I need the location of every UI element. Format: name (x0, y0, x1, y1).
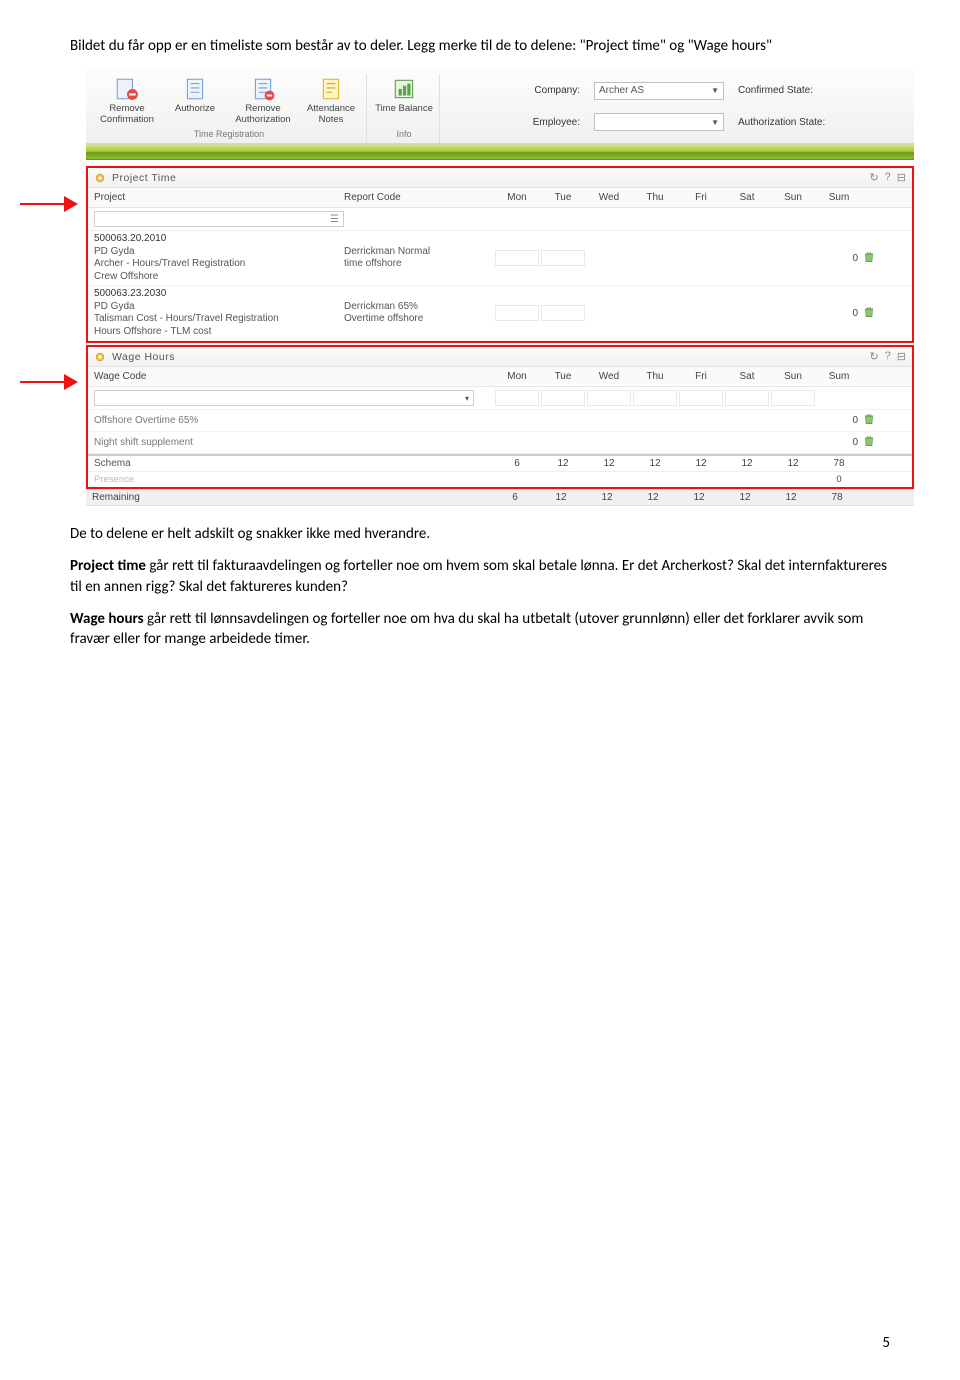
delete-row-button[interactable] (862, 250, 888, 267)
help-icon[interactable]: ? (885, 171, 891, 184)
time-balance-button[interactable]: Time Balance (373, 74, 435, 125)
gear-icon (94, 172, 106, 184)
decorative-band (86, 144, 914, 160)
authorization-state-label: Authorization State: (738, 117, 900, 128)
refresh-icon[interactable]: ↻ (869, 350, 878, 363)
col-report-code: Report Code (344, 192, 494, 203)
col-tue: Tue (540, 371, 586, 382)
remove-confirmation-icon (114, 76, 140, 102)
col-wage-code: Wage Code (94, 371, 494, 382)
collapse-icon[interactable]: ⊟ (897, 350, 906, 363)
chevron-down-icon: ▼ (711, 86, 719, 95)
hours-input[interactable] (541, 250, 585, 266)
col-sum: Sum (816, 371, 862, 382)
delete-row-button[interactable] (862, 412, 888, 429)
remove-authorization-icon (250, 76, 276, 102)
employee-select[interactable]: ▼ (594, 113, 724, 131)
col-mon: Mon (494, 371, 540, 382)
attendance-notes-button[interactable]: AttendanceNotes (300, 74, 362, 125)
project-code: 500063.23.2030 (94, 288, 344, 301)
chevron-down-icon: ▼ (711, 118, 719, 127)
list-icon: ☰ (330, 214, 339, 225)
col-sat: Sat (724, 371, 770, 382)
col-fri: Fri (678, 371, 724, 382)
row-sum: 0 (816, 308, 862, 319)
gear-icon (94, 351, 106, 363)
wage-code-filter-input[interactable]: ▾ (94, 390, 474, 406)
remove-authorization-button[interactable]: RemoveAuthorization (232, 74, 294, 125)
wage-hours-paragraph: Wage hours går rett til lønnsavdelingen … (70, 609, 890, 650)
project-code: 500063.20.2010 (94, 233, 344, 246)
wage-hours-title: Wage Hours (112, 351, 175, 363)
page-number: 5 (882, 1334, 890, 1352)
time-balance-icon (391, 76, 417, 102)
remove-confirmation-button[interactable]: RemoveConfirmation (96, 74, 158, 125)
col-sum: Sum (816, 192, 862, 203)
col-wed: Wed (586, 192, 632, 203)
table-row: 500063.20.2010 PD Gyda Archer - Hours/Tr… (88, 231, 912, 286)
hours-input[interactable] (541, 305, 585, 321)
arrow-project-time (20, 196, 80, 212)
employee-label: Employee: (458, 117, 580, 128)
table-row: 500063.23.2030 PD Gyda Talisman Cost - H… (88, 286, 912, 341)
project-filter-input[interactable]: ☰ (94, 211, 344, 227)
hours-input[interactable] (495, 250, 539, 266)
row-sum: 0 (816, 415, 862, 426)
table-row: Night shift supplement 0 (88, 432, 912, 454)
chevron-down-icon: ▾ (465, 394, 469, 403)
ribbon-toolbar: RemoveConfirmation Authorize RemoveAutho… (86, 68, 914, 144)
col-fri: Fri (678, 192, 724, 203)
project-time-paragraph: Project time går rett til fakturaavdelin… (70, 556, 890, 597)
hours-input[interactable] (633, 390, 677, 406)
row-sum: 0 (816, 437, 862, 448)
company-label: Company: (458, 85, 580, 96)
intro-paragraph: Bildet du får opp er en timeliste som be… (70, 36, 890, 56)
col-thu: Thu (632, 371, 678, 382)
col-mon: Mon (494, 192, 540, 203)
delete-row-button[interactable] (862, 305, 888, 322)
hours-input[interactable] (771, 390, 815, 406)
wage-hours-section: Wage Hours ↻ ? ⊟ Wage Code Mon Tue Wed T… (86, 345, 914, 489)
project-time-section: Project Time ↻ ? ⊟ Project Report Code M… (86, 166, 914, 343)
screenshot-figure: RemoveConfirmation Authorize RemoveAutho… (20, 68, 940, 506)
authorize-button[interactable]: Authorize (164, 74, 226, 125)
schema-row: Schema 6 12 12 12 12 12 12 78 (88, 454, 912, 471)
hours-input[interactable] (541, 390, 585, 406)
hours-input[interactable] (495, 390, 539, 406)
arrow-wage-hours (20, 374, 80, 390)
table-row: Offshore Overtime 65% 0 (88, 410, 912, 432)
refresh-icon[interactable]: ↻ (869, 171, 878, 184)
delete-row-button[interactable] (862, 434, 888, 451)
confirmed-state-label: Confirmed State: (738, 85, 900, 96)
help-icon[interactable]: ? (885, 350, 891, 363)
app-window: RemoveConfirmation Authorize RemoveAutho… (86, 68, 914, 506)
project-time-title: Project Time (112, 172, 176, 184)
ribbon-group-caption-2: Info (396, 129, 411, 141)
company-select[interactable]: Archer AS▼ (594, 82, 724, 100)
remaining-row: Remaining 6 12 12 12 12 12 12 78 (86, 489, 914, 506)
ribbon-group-caption-1: Time Registration (194, 129, 264, 141)
collapse-icon[interactable]: ⊟ (897, 171, 906, 184)
hours-input[interactable] (587, 390, 631, 406)
row-sum: 0 (816, 253, 862, 264)
col-thu: Thu (632, 192, 678, 203)
mid-paragraph: De to delene er helt adskilt og snakker … (70, 524, 890, 544)
col-project: Project (94, 192, 344, 203)
hours-input[interactable] (725, 390, 769, 406)
col-sat: Sat (724, 192, 770, 203)
notes-icon (318, 76, 344, 102)
col-wed: Wed (586, 371, 632, 382)
col-tue: Tue (540, 192, 586, 203)
hours-input[interactable] (679, 390, 723, 406)
presence-row: Presence 0 (88, 471, 912, 487)
col-sun: Sun (770, 192, 816, 203)
authorize-icon (182, 76, 208, 102)
hours-input[interactable] (495, 305, 539, 321)
col-sun: Sun (770, 371, 816, 382)
